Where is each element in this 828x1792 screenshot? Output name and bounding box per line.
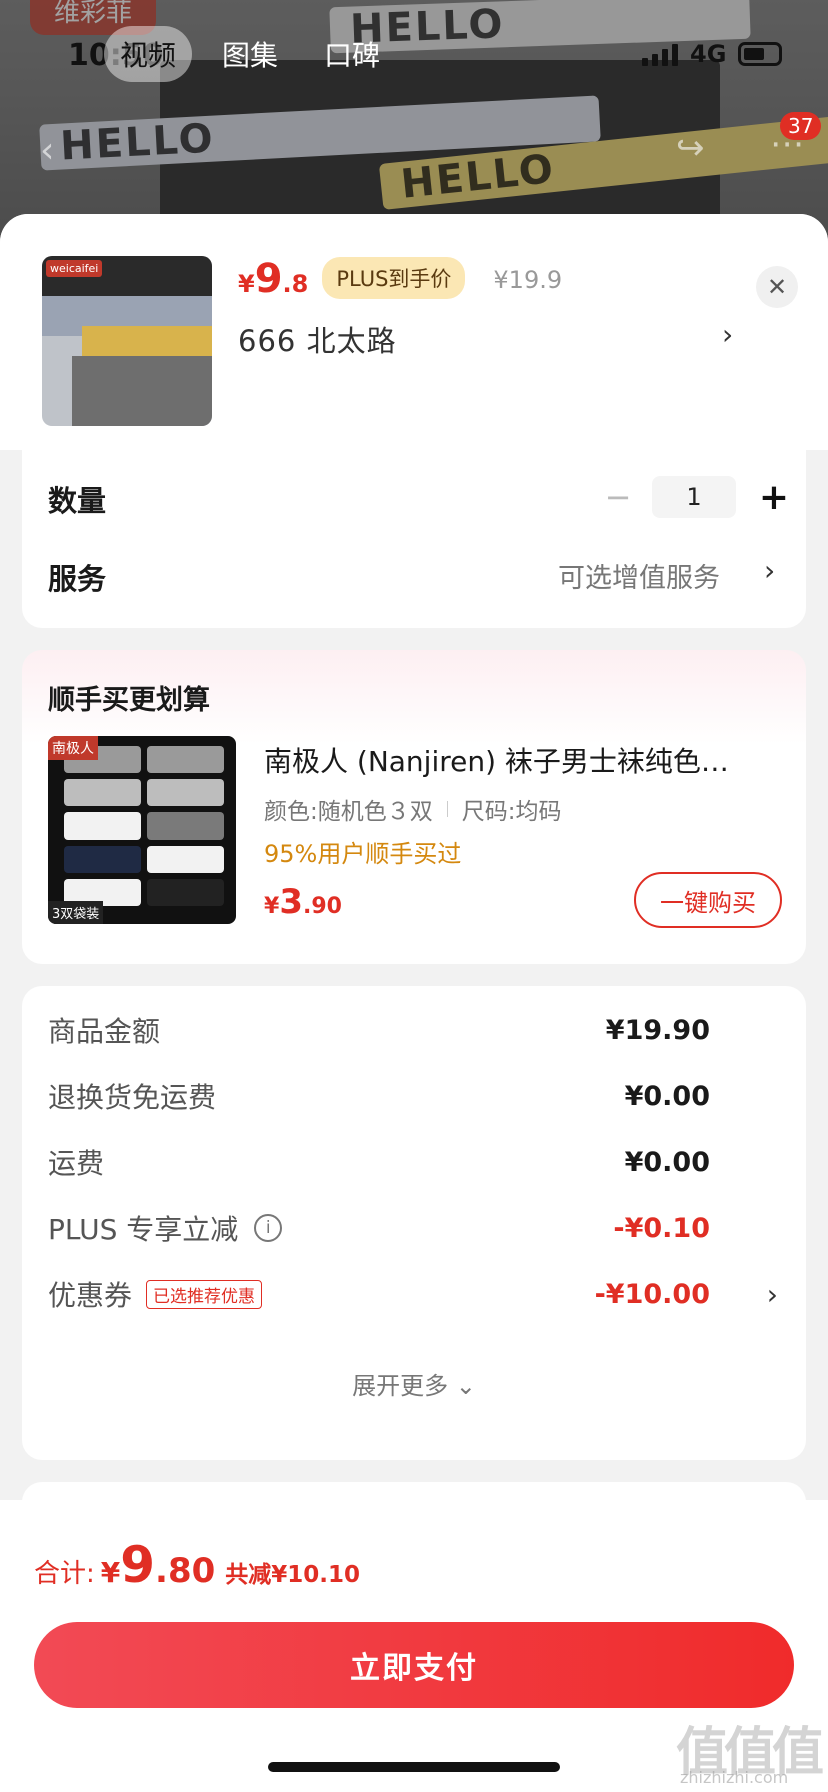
home-indicator[interactable]	[268, 1762, 560, 1772]
bundle-brand-tag: 南极人	[48, 736, 98, 760]
summary-row: 运费 ¥0.00	[48, 1142, 778, 1182]
bundle-card: 顺手买更划算 南极人 3双袋装 南极人 (Nanjiren) 袜子男士袜纯色… …	[22, 650, 806, 964]
signal-icon	[642, 44, 678, 66]
bundle-title: 顺手买更划算	[48, 685, 210, 716]
summary-value: ¥0.00	[624, 1146, 710, 1178]
pay-now-button[interactable]: 立即支付	[34, 1622, 794, 1708]
price-decimal: .8	[282, 270, 309, 298]
back-icon[interactable]: ‹	[40, 130, 54, 171]
delivery-address[interactable]: 666 北太路	[238, 318, 397, 360]
expand-more-button[interactable]: 展开更多 ⌄	[22, 1366, 806, 1401]
chevron-right-icon[interactable]: ›	[722, 318, 733, 351]
tab-reviews[interactable]: 口碑	[308, 26, 396, 82]
increase-button[interactable]: +	[754, 477, 794, 518]
watermark-text: zhizhizhi.com	[680, 1768, 789, 1787]
summary-label: PLUS 专享立减 i	[48, 1208, 283, 1248]
plus-price-tag: PLUS到手价	[322, 257, 466, 299]
total-integer: 9	[120, 1536, 156, 1594]
bundle-purchase-rate: 95%用户顺手买过	[264, 840, 462, 868]
tab-video[interactable]: 视频	[104, 26, 193, 82]
quantity-input[interactable]: 1	[652, 476, 736, 518]
price-currency: ¥	[238, 270, 255, 298]
checkout-bottom-bar: 合计: ¥ 9 .80 共减¥10.10 立即支付 值值值 zhizhizhi.…	[0, 1500, 828, 1792]
bundle-price-decimal: .90	[302, 894, 342, 919]
summary-row: 退换货免运费 ¥0.00	[48, 1076, 778, 1116]
summary-row: PLUS 专享立减 i -¥0.10	[48, 1208, 778, 1248]
product-header: weicaifei ¥ 9 .8 PLUS到手价 ¥19.9 666 北太路 ›…	[0, 214, 828, 450]
price-summary-card: 商品金额 ¥19.90 退换货免运费 ¥0.00 运费 ¥0.00 PLUS 专…	[22, 986, 806, 1460]
total-saved: 共减¥10.10	[225, 1562, 361, 1588]
coupon-row[interactable]: 优惠券 已选推荐优惠 -¥10.00 ›	[48, 1274, 778, 1314]
quantity-stepper: − 1 +	[598, 476, 794, 518]
summary-label: 优惠券 已选推荐优惠	[48, 1274, 263, 1314]
plus-discount-label: PLUS 专享立减	[48, 1213, 239, 1246]
top-nav: ‹ ↪ ⋯ 37	[0, 112, 828, 180]
info-icon[interactable]: i	[254, 1214, 283, 1242]
quantity-label: 数量	[48, 484, 107, 518]
thumb-logo: weicaifei	[46, 260, 103, 277]
chevron-right-icon[interactable]: ›	[764, 554, 775, 587]
one-click-buy-button[interactable]: 一键购买	[634, 872, 782, 928]
service-label: 服务	[48, 562, 107, 596]
close-icon[interactable]: ✕	[756, 266, 798, 308]
coupon-tag: 已选推荐优惠	[146, 1279, 263, 1309]
summary-value: ¥0.00	[624, 1080, 710, 1112]
share-icon[interactable]: ↪	[676, 128, 705, 168]
bundle-product-image[interactable]: 南极人 3双袋装	[48, 736, 236, 924]
price-integer: 9	[254, 256, 283, 302]
total-currency: ¥	[100, 1556, 121, 1589]
bundle-spec: 颜色:随机色３双 尺码:均码	[264, 792, 562, 826]
bundle-product-name[interactable]: 南极人 (Nanjiren) 袜子男士袜纯色…	[264, 740, 784, 780]
bundle-size: 尺码:均码	[461, 799, 562, 825]
summary-label: 退换货免运费	[48, 1081, 217, 1114]
summary-row: 商品金额 ¥19.90	[48, 1010, 778, 1050]
summary-value: ¥19.90	[605, 1014, 710, 1046]
message-badge: 37	[780, 112, 822, 140]
bundle-price-currency: ¥	[264, 894, 280, 919]
summary-label: 商品金额	[48, 1015, 161, 1048]
service-value[interactable]: 可选增值服务	[558, 556, 720, 595]
price-row: ¥ 9 .8 PLUS到手价 ¥19.9	[238, 256, 562, 306]
decrease-button[interactable]: −	[598, 478, 638, 516]
total-decimal: .80	[155, 1551, 216, 1591]
network-type: 4G	[690, 40, 727, 68]
battery-icon	[738, 42, 782, 66]
total-label: 合计:	[34, 1559, 95, 1589]
summary-value: -¥0.10	[613, 1212, 710, 1244]
bundle-color: 颜色:随机色３双	[264, 799, 433, 825]
bundle-image-caption: 3双袋装	[48, 901, 104, 924]
total-price: 合计: ¥ 9 .80 共减¥10.10	[34, 1536, 360, 1594]
chevron-right-icon[interactable]: ›	[767, 1278, 778, 1311]
bundle-price-integer: 3	[279, 882, 303, 922]
tab-gallery[interactable]: 图集	[206, 26, 294, 82]
original-price: ¥19.9	[493, 266, 563, 294]
product-thumbnail: weicaifei	[42, 256, 212, 426]
coupon-label: 优惠券	[48, 1279, 133, 1312]
bundle-price: ¥ 3 .90	[264, 882, 342, 922]
summary-label: 运费	[48, 1147, 105, 1180]
media-tabs: 视频 图集 口碑	[104, 26, 396, 82]
divider	[446, 801, 448, 817]
quantity-service-card: 数量 − 1 + 服务 可选增值服务 ›	[22, 450, 806, 628]
summary-value: -¥10.00	[594, 1278, 710, 1310]
